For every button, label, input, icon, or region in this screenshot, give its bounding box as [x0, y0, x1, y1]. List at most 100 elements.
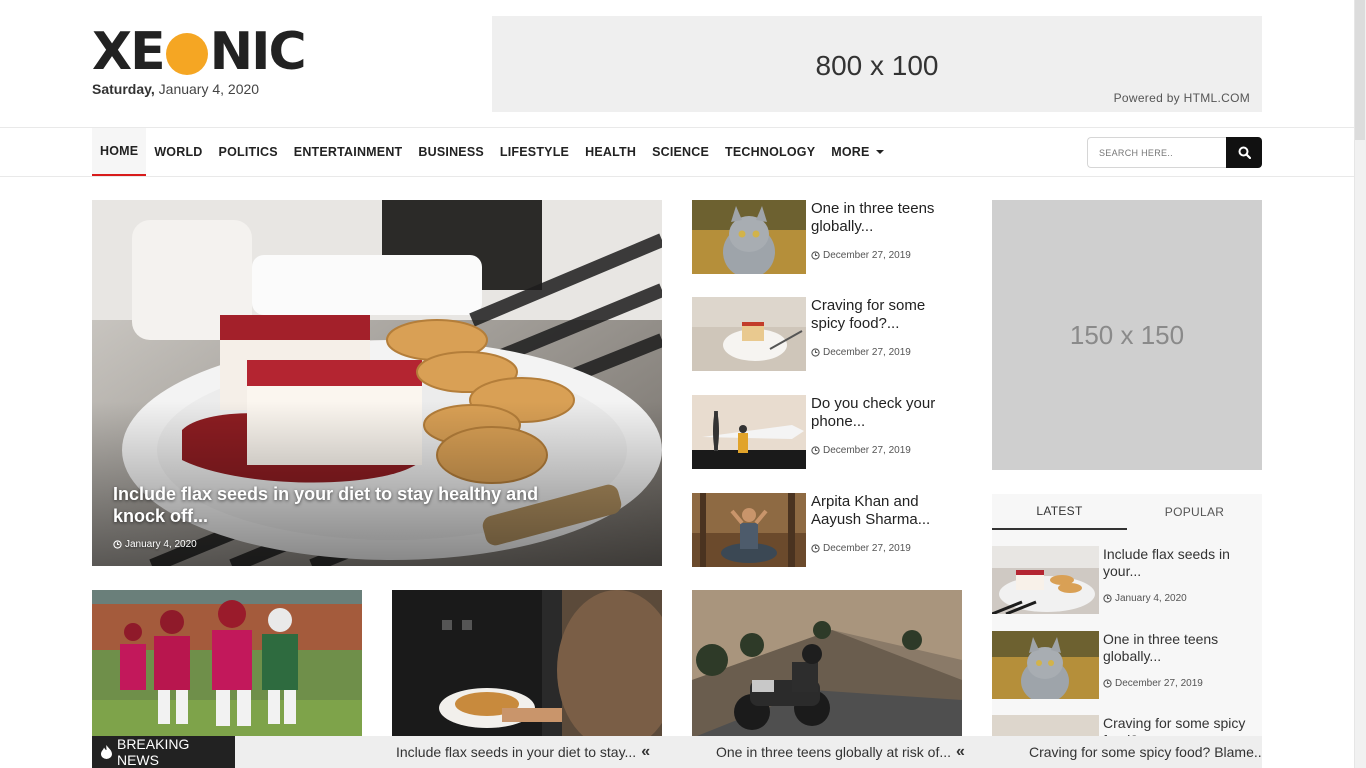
widget-list-item[interactable]: Include flax seeds in your... January 4,… [992, 546, 1262, 616]
widget-item-title[interactable]: One in three teens globally... [1103, 631, 1260, 665]
ticker-item[interactable]: Include flax seeds in your diet to stay.… [396, 736, 650, 768]
search-input[interactable] [1087, 137, 1226, 168]
widget-item-title[interactable]: Include flax seeds in your... [1103, 546, 1260, 580]
square-ad[interactable]: 150 x 150 [992, 200, 1262, 470]
nav-label-entertainment: ENTERTAINMENT [293, 145, 403, 159]
clock-icon [811, 446, 820, 455]
page-scrollbar[interactable] [1354, 0, 1366, 768]
side-post-title[interactable]: Do you check your phone... [811, 395, 961, 431]
post-card[interactable] [692, 590, 962, 738]
breaking-label-text: BREAKING NEWS [116, 736, 190, 768]
search-box [1087, 137, 1262, 168]
nav-label-lifestyle: LIFESTYLE [499, 145, 570, 159]
nav-item-more[interactable]: MORE [823, 128, 891, 176]
side-post-date-text: December 27, 2019 [823, 543, 911, 554]
nav-item-science[interactable]: SCIENCE [644, 128, 717, 176]
nav-item-politics[interactable]: POLITICS [211, 128, 286, 176]
ad-powered-text: Powered by HTML.COM [1113, 91, 1250, 105]
card-image-football [92, 590, 362, 738]
nav-label-science: SCIENCE [652, 145, 710, 159]
widget-item-date-text: December 27, 2019 [1115, 678, 1203, 689]
side-post-date-text: December 27, 2019 [823, 250, 911, 261]
fire-icon [101, 745, 112, 759]
site-logo[interactable]: XE NIC [92, 22, 307, 82]
side-post-date: December 27, 2019 [811, 250, 911, 261]
ticker-item[interactable]: One in three teens globally at risk of..… [716, 736, 965, 768]
nav-item-world[interactable]: WORLD [146, 128, 210, 176]
hero-title[interactable]: Include flax seeds in your diet to stay … [113, 483, 563, 527]
card-image-motorcycle [692, 590, 962, 738]
clock-icon [113, 540, 122, 549]
side-post-date-text: December 27, 2019 [823, 347, 911, 358]
widget-tabs: LATEST POPULAR [992, 494, 1262, 530]
side-post-title[interactable]: One in three teens globally... [811, 200, 961, 236]
clock-icon [811, 544, 820, 553]
side-post-date: December 27, 2019 [811, 543, 911, 554]
hero-date-text: January 4, 2020 [125, 539, 197, 550]
side-post-date: December 27, 2019 [811, 445, 911, 456]
side-post-title[interactable]: Craving for some spicy food?... [811, 297, 961, 333]
clock-icon [811, 348, 820, 357]
ticker-item[interactable]: Craving for some spicy food? Blame... [1029, 736, 1262, 768]
ticker-item-text: Craving for some spicy food? Blame... [1029, 744, 1262, 760]
news-ticker: Include flax seeds in your diet to stay.… [235, 736, 1262, 768]
post-card[interactable] [92, 590, 362, 738]
scrollbar-thumb[interactable] [1355, 0, 1365, 140]
side-post-title[interactable]: Arpita Khan and Aayush Sharma... [811, 493, 961, 529]
side-post[interactable]: One in three teens globally... December … [692, 200, 962, 274]
widget-list-item[interactable]: One in three teens globally... December … [992, 631, 1262, 701]
widget-item-date: January 4, 2020 [1103, 593, 1187, 604]
logo-o-circle [165, 33, 208, 75]
tab-popular[interactable]: POPULAR [1127, 494, 1262, 530]
nav-item-home[interactable]: HOME [92, 128, 147, 176]
widget-thumb-kitten [992, 631, 1099, 699]
side-thumb-airplane [692, 395, 806, 469]
latest-popular-widget: LATEST POPULAR Include flax seeds in you… [992, 494, 1262, 744]
site-header: XE NIC Saturday, January 4, 2020 800 x 10… [0, 0, 1354, 127]
nav-label-politics: POLITICS [218, 145, 278, 159]
date-rest: January 4, 2020 [158, 81, 260, 97]
hero-post[interactable]: Include flax seeds in your diet to stay … [92, 200, 662, 566]
tab-latest[interactable]: LATEST [992, 494, 1127, 530]
nav-menu: HOME WORLD POLITICS ENTERTAINMENT BUSINE… [92, 128, 892, 176]
nav-label-technology: TECHNOLOGY [725, 145, 816, 159]
post-card[interactable] [392, 590, 662, 738]
side-post-date-text: December 27, 2019 [823, 445, 911, 456]
double-chevron-left-icon: « [641, 743, 651, 760]
nav-item-entertainment[interactable]: ENTERTAINMENT [286, 128, 411, 176]
nav-item-business[interactable]: BUSINESS [410, 128, 492, 176]
search-icon [1238, 146, 1251, 159]
clock-icon [811, 251, 820, 260]
side-post[interactable]: Do you check your phone... December 27, … [692, 395, 962, 469]
nav-label-health: HEALTH [585, 145, 637, 159]
date-weekday: Saturday, [92, 81, 155, 97]
nav-label-more: MORE [831, 145, 870, 159]
nav-label-home: HOME [100, 144, 139, 158]
side-post-date: December 27, 2019 [811, 347, 911, 358]
ticker-item-text: Include flax seeds in your diet to stay.… [396, 744, 637, 760]
nav-item-lifestyle[interactable]: LIFESTYLE [492, 128, 577, 176]
side-thumb-meditation [692, 493, 806, 567]
header-ad-banner[interactable]: 800 x 100 Powered by HTML.COM [492, 16, 1262, 112]
nav-item-technology[interactable]: TECHNOLOGY [717, 128, 823, 176]
logo-text-left: XE [92, 22, 166, 82]
double-chevron-left-icon: « [956, 743, 965, 760]
clock-icon [1103, 594, 1112, 603]
breaking-news-bar: BREAKING NEWS Include flax seeds in your… [92, 736, 1262, 768]
nav-item-health[interactable]: HEALTH [577, 128, 644, 176]
ad-size-text: 800 x 100 [815, 50, 939, 81]
hero-date: January 4, 2020 [113, 539, 197, 550]
breaking-news-label: BREAKING NEWS [92, 736, 235, 768]
widget-item-date: December 27, 2019 [1103, 678, 1203, 689]
nav-label-world: WORLD [154, 145, 203, 159]
main-navbar: HOME WORLD POLITICS ENTERTAINMENT BUSINE… [0, 127, 1354, 177]
widget-item-date-text: January 4, 2020 [1115, 593, 1187, 604]
widget-thumb-dessert [992, 546, 1099, 614]
clock-icon [1103, 679, 1112, 688]
search-button[interactable] [1226, 137, 1262, 168]
side-thumb-cake-plate [692, 297, 806, 371]
side-post[interactable]: Craving for some spicy food?... December… [692, 297, 962, 371]
current-date: Saturday, January 4, 2020 [92, 81, 259, 97]
side-post[interactable]: Arpita Khan and Aayush Sharma... Decembe… [692, 493, 962, 567]
square-ad-size-text: 150 x 150 [1069, 319, 1185, 350]
